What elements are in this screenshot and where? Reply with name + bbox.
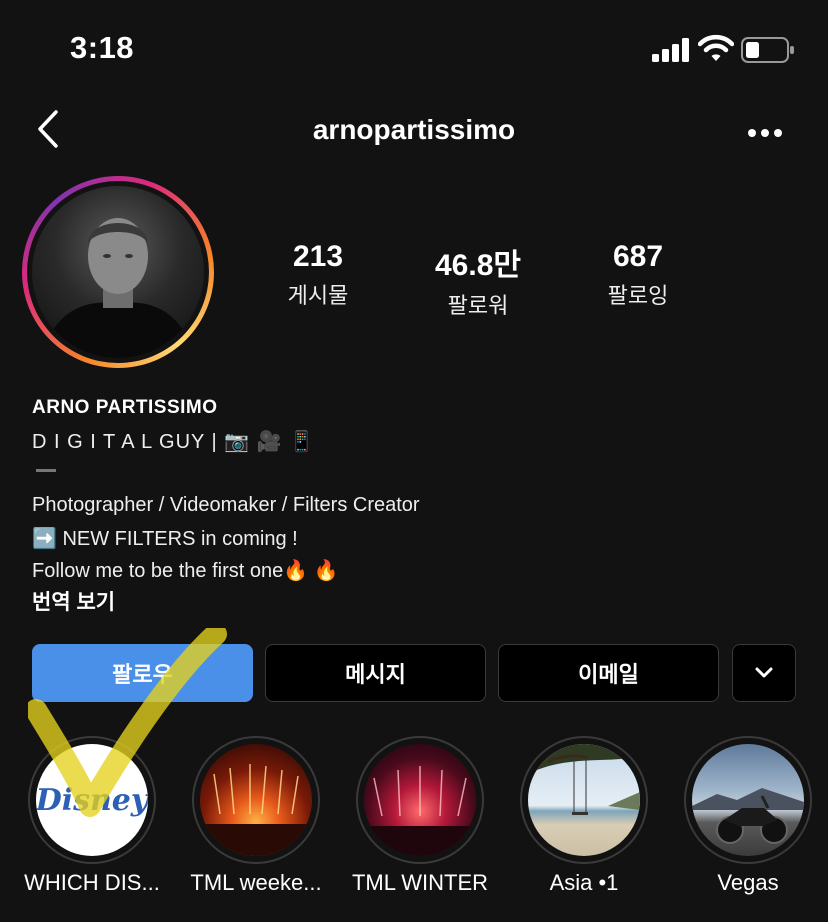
followers-count: 46.8만 bbox=[435, 249, 521, 282]
highlight-label: Vegas bbox=[717, 870, 779, 895]
cellular-signal-icon bbox=[652, 38, 689, 62]
stat-following[interactable]: 687 팔로잉 bbox=[558, 240, 718, 310]
bio-line: Follow me to be the first one🔥 🔥 bbox=[32, 560, 339, 582]
highlight-label: WHICH DIS... bbox=[24, 870, 160, 895]
follow-button[interactable]: 팔로우 bbox=[32, 644, 253, 702]
highlight-label: TML weeke... bbox=[190, 870, 322, 895]
avatar-photo bbox=[32, 186, 204, 358]
highlight-which-disney[interactable]: Disney bbox=[28, 736, 156, 864]
highlight-tml-winter[interactable] bbox=[356, 736, 484, 864]
posts-label: 게시물 bbox=[287, 283, 349, 308]
following-count: 687 bbox=[612, 240, 664, 273]
following-label: 팔로잉 bbox=[607, 283, 669, 308]
profile-tagline: D I G I T A L GUY | 📷 🎥 📱 bbox=[32, 431, 316, 453]
highlight-cover bbox=[692, 744, 804, 856]
bio-divider bbox=[36, 469, 56, 472]
status-time: 3:18 bbox=[70, 30, 135, 65]
bio-line: Photographer / Videomaker / Filters Crea… bbox=[32, 494, 420, 516]
highlight-cover bbox=[528, 744, 640, 856]
bio-line: ➡️ NEW FILTERS in coming ! bbox=[32, 528, 298, 550]
suggested-accounts-button[interactable] bbox=[732, 644, 796, 702]
posts-count: 213 bbox=[292, 240, 344, 273]
profile-username: arnopartissimo bbox=[312, 114, 516, 145]
highlight-vegas[interactable] bbox=[684, 736, 812, 864]
highlight-label: Asia •1 bbox=[549, 870, 619, 895]
stat-posts[interactable]: 213 게시물 bbox=[238, 240, 398, 310]
highlight-cover bbox=[200, 744, 312, 856]
battery-icon bbox=[741, 37, 794, 63]
stat-followers[interactable]: 46.8만 팔로워 bbox=[398, 240, 558, 320]
more-options-icon[interactable] bbox=[744, 124, 786, 142]
highlight-cover: Disney bbox=[36, 744, 148, 856]
message-button[interactable]: 메시지 bbox=[265, 644, 486, 702]
wifi-icon bbox=[698, 34, 734, 61]
highlight-tml-weekend[interactable] bbox=[192, 736, 320, 864]
profile-name: ARNO PARTISSIMO bbox=[32, 397, 218, 418]
email-button[interactable]: 이메일 bbox=[498, 644, 719, 702]
chevron-down-icon bbox=[755, 667, 773, 678]
disney-logo: Disney bbox=[36, 782, 148, 818]
see-translation-link[interactable]: 번역 보기 bbox=[32, 586, 115, 616]
highlight-asia[interactable] bbox=[520, 736, 648, 864]
highlight-label: TML WINTER bbox=[351, 870, 489, 895]
profile-avatar[interactable] bbox=[22, 176, 214, 368]
highlight-cover bbox=[364, 744, 476, 856]
followers-label: 팔로워 bbox=[447, 293, 509, 318]
